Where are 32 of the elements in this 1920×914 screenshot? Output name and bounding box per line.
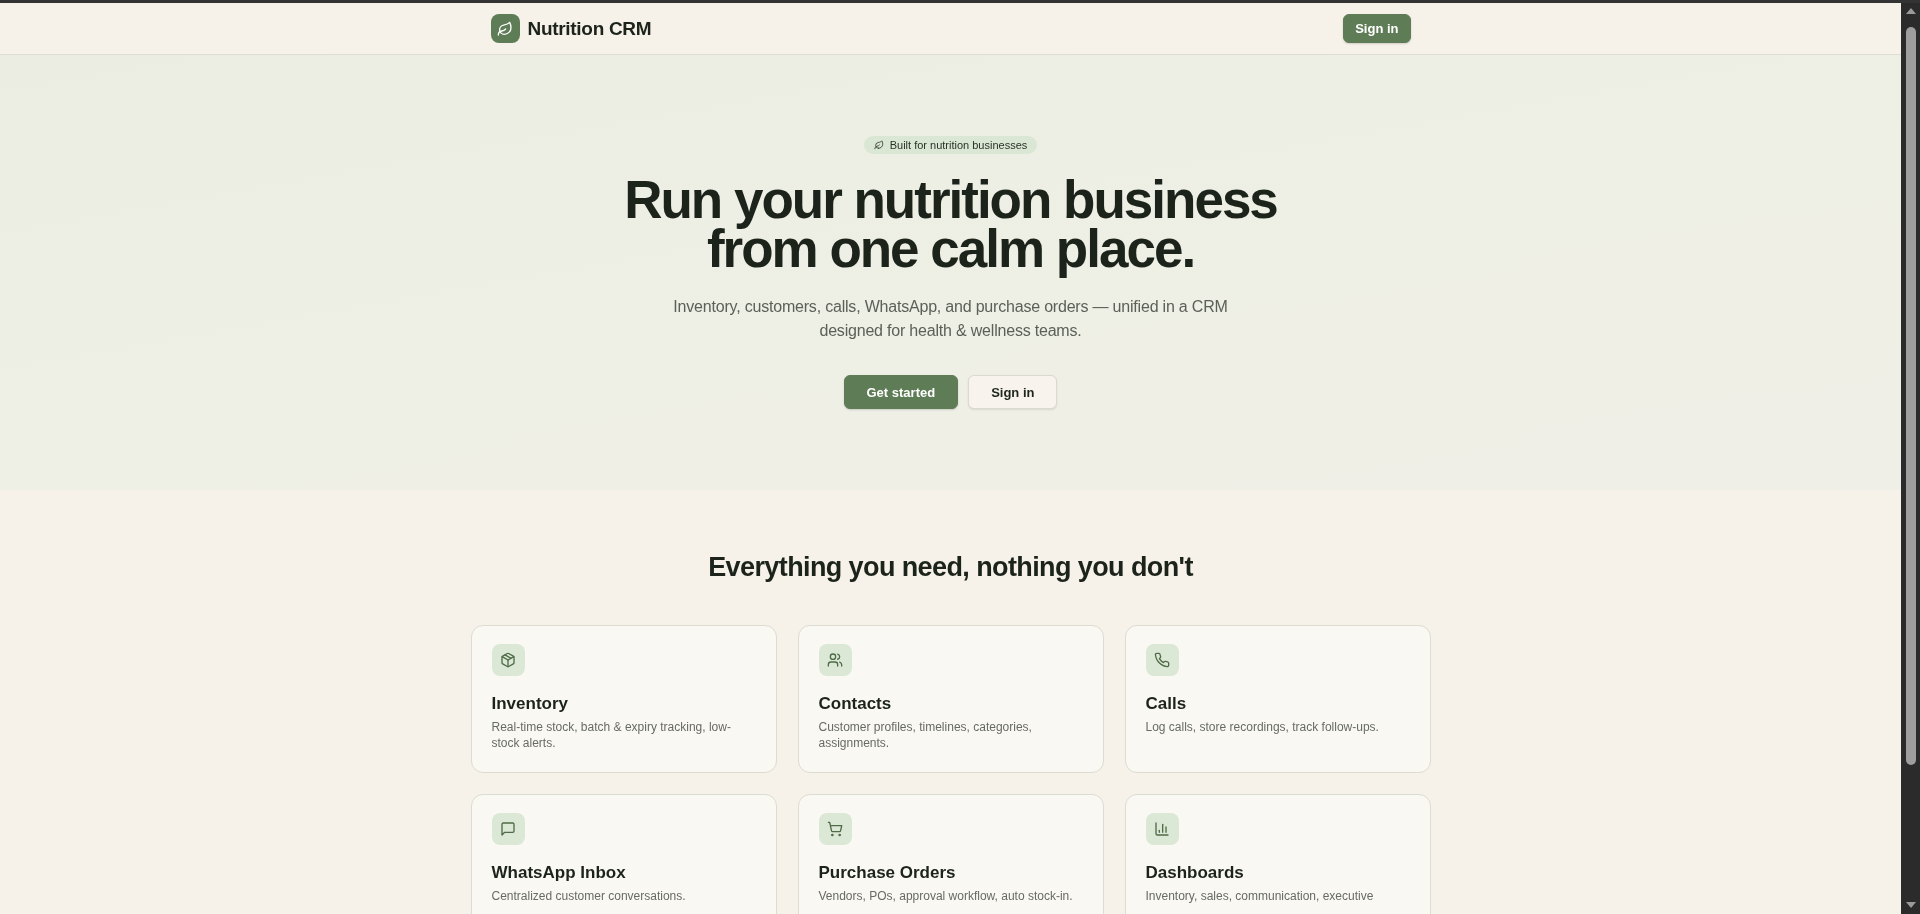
- scrollbar-thumb[interactable]: [1905, 27, 1916, 765]
- card-title: Inventory: [491, 694, 570, 714]
- leaf-logo-icon: [490, 14, 520, 43]
- get-started-button[interactable]: Get started: [843, 375, 959, 409]
- card-title: Calls: [1145, 694, 1188, 714]
- chat-bubble-icon: [491, 813, 525, 845]
- scroll-down-arrow-icon[interactable]: [1905, 902, 1916, 908]
- phone-icon: [1145, 644, 1179, 676]
- brand-name: Nutrition CRM: [527, 17, 652, 40]
- card-description: Centralized customer conversations.: [491, 888, 687, 904]
- card-title: Contacts: [818, 694, 893, 714]
- hero-title: Run your nutrition business from one calm place.: [623, 173, 1278, 280]
- scrollbar[interactable]: [1901, 3, 1920, 914]
- box-icon: [491, 644, 525, 676]
- card-description: Real-time stock, batch & expiry tracking, low-stock alerts.: [491, 719, 732, 751]
- sign-in-button[interactable]: Sign in: [1343, 14, 1411, 43]
- card-title: WhatsApp Inbox: [491, 863, 627, 883]
- cart-icon: [818, 813, 852, 845]
- card-description: Log calls, store recordings, track follow-ups.: [1145, 719, 1380, 735]
- card-description: Inventory, sales, communication, executive: [1145, 888, 1375, 904]
- card-description: Customer profiles, timelines, categories, assignments.: [818, 719, 1033, 751]
- bar-chart-icon: [1145, 813, 1179, 845]
- scroll-up-arrow-icon[interactable]: [1905, 8, 1916, 14]
- card-title: Dashboards: [1145, 863, 1245, 883]
- sign-in-button[interactable]: Sign in: [968, 375, 1058, 409]
- people-icon: [818, 644, 852, 676]
- hero-subtitle: Inventory, customers, calls, WhatsApp, and purchase orders — unified in a CRM designed for health & wellness teams.: [672, 297, 1229, 341]
- card-title: Purchase Orders: [818, 863, 957, 883]
- badge-text: Built for nutrition businesses: [889, 139, 1028, 151]
- leaf-icon: [873, 140, 884, 150]
- section-heading: Everything you need, nothing you don't: [707, 551, 1195, 584]
- card-description: Vendors, POs, approval workflow, auto stock-in.: [818, 888, 1074, 904]
